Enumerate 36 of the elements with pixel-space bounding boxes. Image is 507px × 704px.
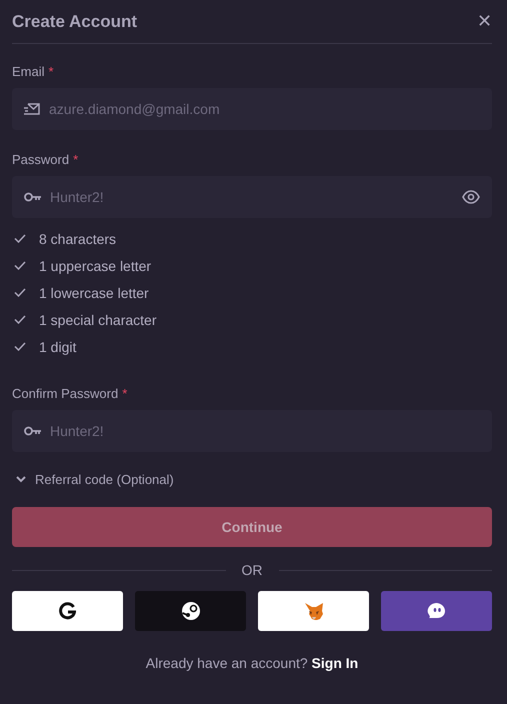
text-input[interactable]: Hunter2! bbox=[50, 189, 453, 205]
field-label: Email bbox=[12, 64, 45, 79]
requirement-text: 8 characters bbox=[39, 230, 116, 246]
field-label: Password bbox=[12, 152, 70, 167]
chevron-icon bbox=[16, 476, 26, 483]
input-field[interactable]: azure.diamond@gmail.com bbox=[12, 88, 492, 130]
input-field[interactable]: Hunter2! bbox=[12, 176, 492, 218]
sign-in-prompt: Already have an account? Sign In bbox=[146, 655, 358, 671]
steam-button[interactable] bbox=[135, 591, 246, 631]
mail-icon bbox=[24, 102, 40, 116]
requirement-text: 1 digit bbox=[39, 338, 76, 354]
fox-icon bbox=[304, 602, 324, 620]
key-icon bbox=[24, 192, 41, 202]
text-input[interactable]: azure.diamond@gmail.com bbox=[49, 101, 480, 117]
required-mark: * bbox=[48, 64, 54, 79]
google-button[interactable] bbox=[12, 591, 123, 631]
field-label: Confirm Password bbox=[12, 386, 118, 401]
close-button[interactable]: ✕ bbox=[477, 10, 492, 34]
ghost-icon bbox=[426, 602, 448, 620]
dialog-title: Create Account bbox=[12, 12, 138, 32]
requirement-text: 1 special character bbox=[39, 312, 157, 328]
requirement-text: 1 lowercase letter bbox=[39, 284, 149, 300]
sign-in-link[interactable]: Sign In bbox=[312, 655, 358, 671]
ghost-button[interactable] bbox=[381, 591, 492, 631]
divider-label: OR bbox=[242, 562, 262, 578]
required-mark: * bbox=[73, 152, 78, 167]
fox-button[interactable] bbox=[258, 591, 369, 631]
g-logo-icon bbox=[59, 602, 76, 620]
eye-icon[interactable] bbox=[462, 190, 480, 204]
steam-icon bbox=[180, 601, 200, 621]
requirement-text: 1 uppercase letter bbox=[39, 258, 152, 274]
key-icon bbox=[24, 426, 41, 436]
text-input[interactable]: Hunter2! bbox=[50, 423, 480, 439]
required-mark: * bbox=[122, 386, 128, 401]
referral-toggle[interactable]: Referral code (Optional) bbox=[12, 472, 174, 487]
input-field[interactable]: Hunter2! bbox=[12, 410, 492, 452]
